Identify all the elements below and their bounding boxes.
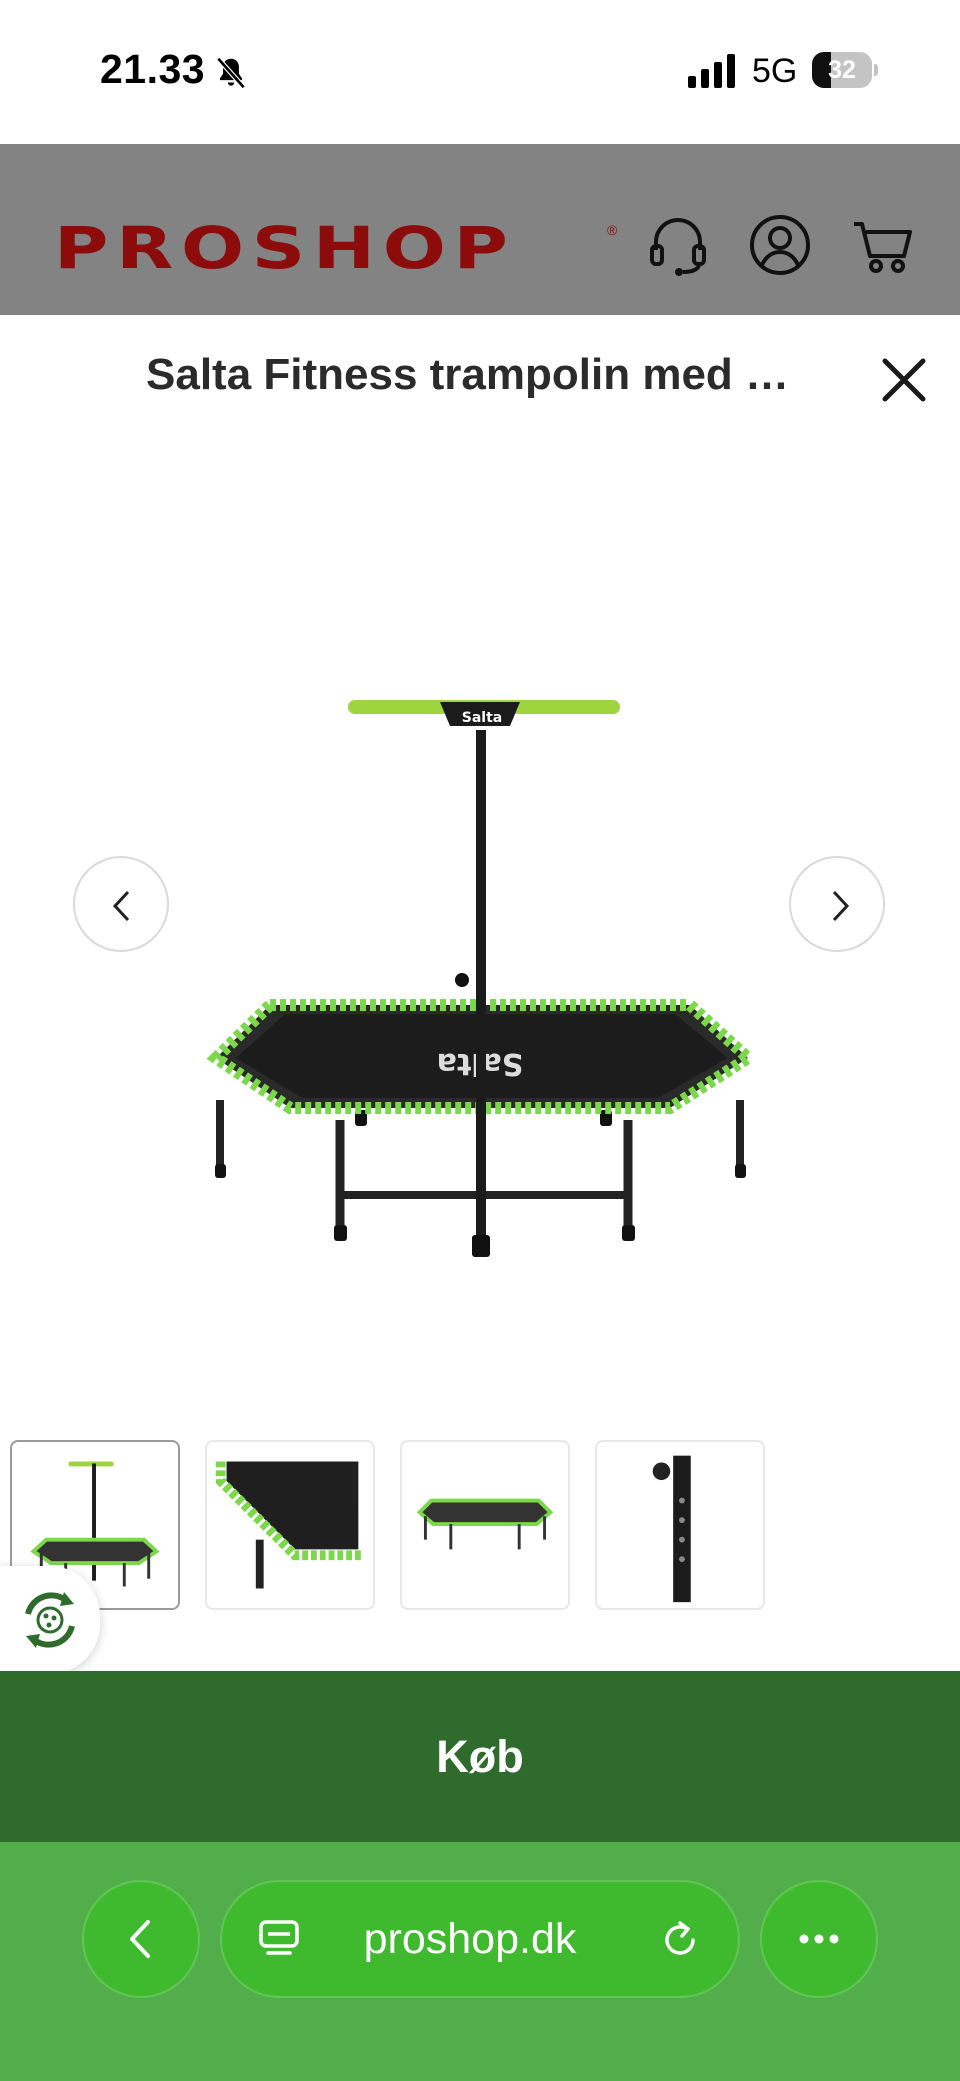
tabs-icon[interactable] bbox=[258, 1918, 300, 1960]
thumbnail-2[interactable] bbox=[205, 1440, 375, 1610]
thumbnail-3[interactable] bbox=[400, 1440, 570, 1610]
headset-icon[interactable] bbox=[646, 212, 710, 278]
previous-image-button[interactable] bbox=[73, 856, 169, 952]
close-icon[interactable] bbox=[880, 356, 928, 404]
cart-icon[interactable] bbox=[852, 212, 916, 278]
bell-slash-icon bbox=[216, 57, 246, 89]
battery-level: 32 bbox=[828, 56, 856, 84]
proshop-logo[interactable]: PROSHOP bbox=[54, 214, 516, 282]
handlebar-logo-text: Salta bbox=[462, 710, 502, 726]
browser-back-button[interactable] bbox=[82, 1880, 200, 1998]
network-label: 5G bbox=[752, 52, 798, 90]
chevron-left-icon bbox=[112, 890, 130, 922]
url-text[interactable]: proshop.dk bbox=[320, 1880, 620, 1998]
status-bar: 21.33 5G 32 bbox=[0, 0, 960, 144]
chevron-right-icon bbox=[832, 890, 850, 922]
address-bar[interactable]: proshop.dk bbox=[220, 1880, 740, 1998]
product-image[interactable]: Salta Salta bbox=[200, 680, 760, 1280]
registered-mark: ® bbox=[607, 222, 618, 238]
thumbnail-4[interactable] bbox=[595, 1440, 765, 1610]
recycle-icon bbox=[25, 1592, 75, 1648]
recycle-badge[interactable] bbox=[0, 1566, 100, 1674]
buy-button[interactable]: Køb bbox=[0, 1671, 960, 1842]
account-icon[interactable] bbox=[748, 212, 812, 278]
battery-icon: 32 bbox=[812, 52, 878, 88]
browser-more-button[interactable] bbox=[760, 1880, 878, 1998]
status-time: 21.33 bbox=[100, 46, 206, 92]
more-icon bbox=[799, 1934, 839, 1944]
next-image-button[interactable] bbox=[789, 856, 885, 952]
cellular-signal-icon bbox=[688, 54, 735, 88]
product-title: Salta Fitness trampolin med håndtag bbox=[146, 350, 796, 399]
back-arrow-icon bbox=[130, 1920, 150, 1958]
reload-icon[interactable] bbox=[660, 1920, 700, 1960]
